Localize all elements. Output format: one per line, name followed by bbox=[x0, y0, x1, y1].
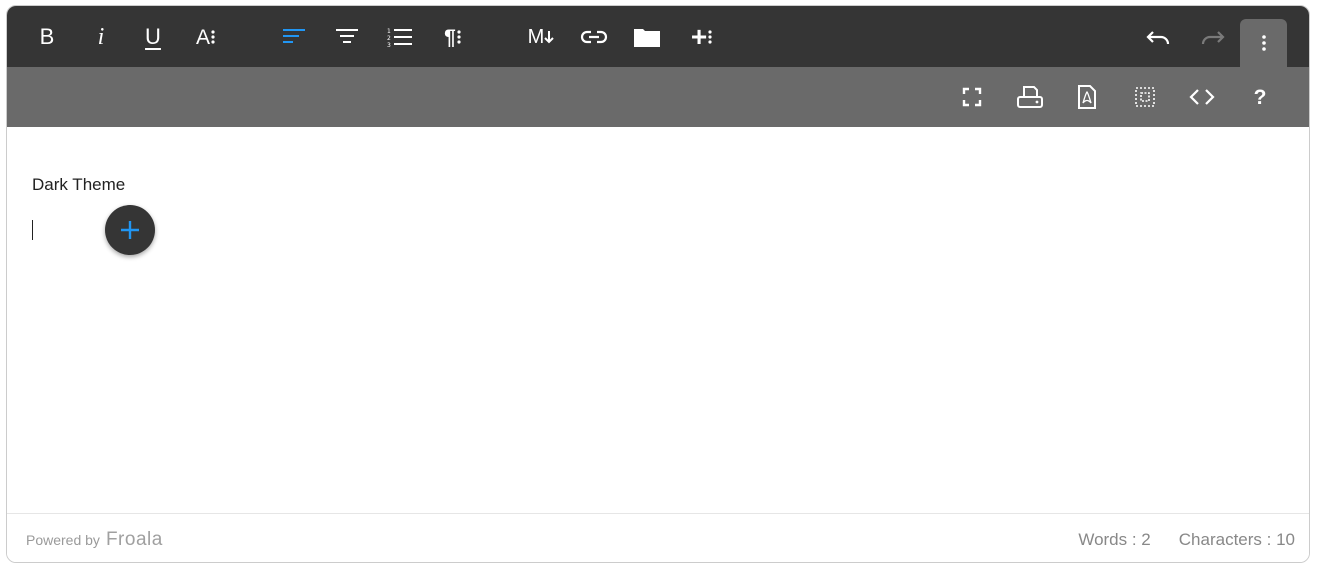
more-toolbar: ? bbox=[7, 67, 1309, 127]
print-button[interactable] bbox=[1011, 78, 1049, 116]
more-dots-icon bbox=[708, 30, 712, 44]
link-icon bbox=[580, 30, 608, 44]
froala-logo: Froala bbox=[105, 529, 163, 550]
italic-icon: i bbox=[97, 24, 105, 50]
counters: Words : 2 Characters : 10 bbox=[1078, 530, 1295, 550]
paragraph-format-icon bbox=[283, 29, 305, 43]
select-all-icon bbox=[1135, 87, 1155, 107]
align-center-icon bbox=[336, 29, 358, 43]
pdf-button[interactable] bbox=[1068, 78, 1106, 116]
plus-more-icon: + bbox=[690, 21, 708, 52]
main-toolbar: B i U A 1 2 3 ¶ M + bbox=[7, 6, 1309, 67]
ordered-list-icon: 1 2 3 bbox=[387, 28, 412, 48]
insert-more-button[interactable]: + bbox=[683, 18, 721, 56]
italic-button[interactable]: i bbox=[82, 18, 120, 56]
redo-button[interactable] bbox=[1193, 18, 1231, 56]
bold-icon: B bbox=[39, 24, 55, 49]
redo-icon bbox=[1201, 31, 1225, 45]
code-view-icon bbox=[1189, 89, 1215, 105]
select-all-button[interactable] bbox=[1126, 78, 1164, 116]
undo-icon bbox=[1146, 31, 1170, 45]
svg-text:1: 1 bbox=[387, 28, 391, 35]
underline-button[interactable]: U bbox=[134, 18, 172, 56]
more-dots-icon bbox=[211, 30, 215, 44]
undo-button[interactable] bbox=[1140, 18, 1178, 56]
vertical-ellipsis-icon bbox=[1261, 35, 1266, 51]
pdf-icon bbox=[1078, 85, 1096, 109]
fullscreen-button[interactable] bbox=[953, 78, 991, 116]
text-more-icon: A bbox=[195, 25, 210, 49]
insert-file-button[interactable] bbox=[628, 18, 666, 56]
content-paragraph[interactable]: Dark Theme bbox=[32, 175, 125, 195]
fullscreen-icon bbox=[962, 87, 982, 107]
more-toolbar-toggle[interactable] bbox=[1240, 19, 1287, 67]
arrow-down-icon bbox=[544, 31, 555, 44]
more-dots-icon bbox=[457, 30, 461, 44]
editor-footer: Powered by Froala Words : 2 Characters :… bbox=[7, 513, 1309, 562]
insert-link-button[interactable] bbox=[575, 18, 613, 56]
bold-button[interactable]: B bbox=[28, 18, 66, 56]
powered-by-label: Powered by bbox=[26, 532, 100, 548]
svg-text:3: 3 bbox=[387, 42, 391, 48]
svg-text:2: 2 bbox=[387, 35, 391, 42]
froala-editor: B i U A 1 2 3 ¶ M + ? Dark Theme Powered… bbox=[6, 5, 1310, 563]
pilcrow-icon: ¶ bbox=[444, 25, 456, 49]
powered-by-link[interactable]: Powered by Froala bbox=[26, 529, 163, 551]
code-view-button[interactable] bbox=[1183, 78, 1221, 116]
markdown-icon: M bbox=[527, 26, 545, 48]
folder-icon bbox=[634, 29, 660, 47]
ordered-list-button[interactable]: 1 2 3 bbox=[381, 18, 419, 56]
help-button[interactable]: ? bbox=[1241, 78, 1279, 116]
markdown-button[interactable]: M bbox=[522, 18, 560, 56]
print-icon bbox=[1017, 86, 1043, 108]
paragraph-format-button[interactable] bbox=[275, 18, 313, 56]
text-more-button[interactable]: A bbox=[187, 18, 225, 56]
underline-icon: U bbox=[145, 24, 161, 49]
character-count: Characters : 10 bbox=[1178, 530, 1295, 549]
help-icon: ? bbox=[1253, 85, 1267, 109]
paragraph-more-button[interactable]: ¶ bbox=[434, 18, 472, 56]
editor-content[interactable]: Dark Theme bbox=[7, 127, 1309, 513]
word-count: Words : 2 bbox=[1078, 530, 1151, 549]
quick-insert-button[interactable] bbox=[105, 205, 155, 255]
plus-icon bbox=[121, 221, 139, 239]
align-center-button[interactable] bbox=[328, 18, 366, 56]
text-caret bbox=[32, 220, 33, 240]
